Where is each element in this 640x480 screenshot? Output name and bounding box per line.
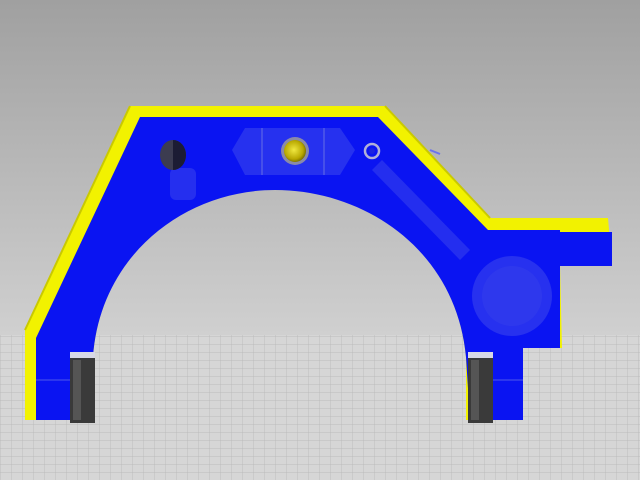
right-foot bbox=[468, 352, 493, 423]
floor-grid bbox=[0, 335, 640, 480]
slot-icon[interactable] bbox=[160, 140, 186, 170]
scene-canvas[interactable] bbox=[0, 0, 640, 480]
left-slot-ghost bbox=[170, 168, 196, 200]
right-tab bbox=[560, 232, 612, 266]
left-foot bbox=[70, 352, 95, 423]
bolt-hole-icon[interactable] bbox=[281, 137, 309, 165]
3d-viewport[interactable] bbox=[0, 0, 640, 480]
